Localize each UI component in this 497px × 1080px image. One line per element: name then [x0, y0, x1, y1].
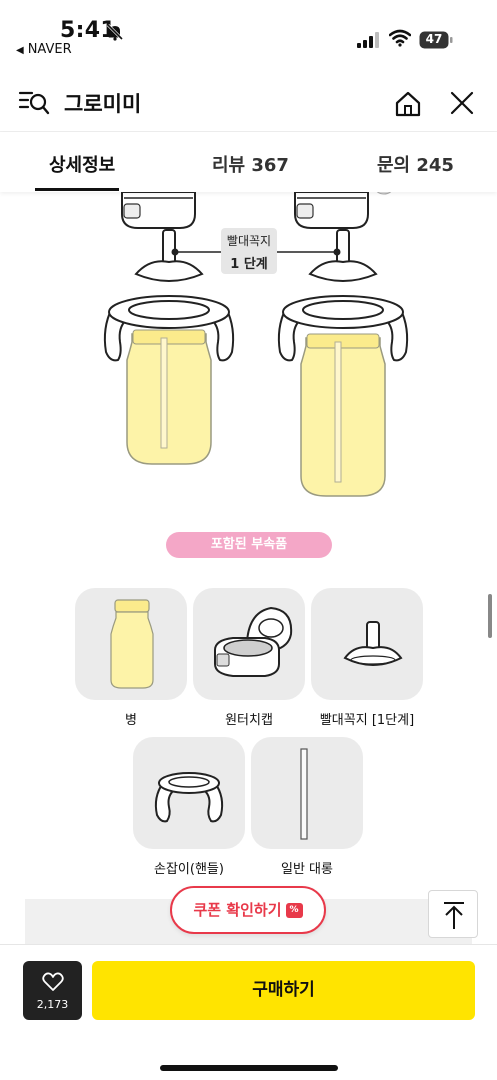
- accessory-bottle: 병: [75, 588, 187, 728]
- left-cap-illustration: [121, 192, 196, 229]
- close-icon[interactable]: [449, 90, 475, 116]
- buy-button[interactable]: 구매하기: [92, 961, 475, 1020]
- left-straw-nipple-illustration: [134, 229, 204, 282]
- straw-nipple-icon: [343, 621, 403, 666]
- included-parts-label: 포함된 부속품: [166, 532, 332, 558]
- accessory-one-touch-cap: 원터치캡: [193, 588, 305, 728]
- callout-line2: 1 단계: [230, 257, 268, 272]
- percent-badge-icon: %: [285, 903, 303, 918]
- one-touch-cap-icon: [214, 606, 293, 677]
- wifi-icon: [389, 29, 411, 47]
- like-button[interactable]: 2,173: [23, 961, 82, 1020]
- accessory-handle: 손잡이(핸들): [133, 737, 245, 877]
- product-detail-content: 빨대꼭지 1 단계 포함된 부속품 병 원터치캡 빨대꼭지 [1단계] 손잡이(…: [0, 192, 497, 944]
- accessory-label: 손잡이(핸들): [154, 862, 224, 877]
- battery-level: 47: [425, 32, 443, 46]
- back-to-app-link[interactable]: ◀ NAVER: [16, 42, 72, 57]
- handle-icon: [154, 772, 224, 823]
- arrow-up-icon: [444, 902, 464, 929]
- right-straw-nipple-illustration: [308, 229, 378, 282]
- straw-tube-icon: [300, 748, 308, 840]
- scroll-to-top-button[interactable]: [428, 890, 478, 938]
- callout-line1: 빨대꼭지: [226, 234, 272, 248]
- straw-stage-callout: 빨대꼭지 1 단계: [221, 228, 277, 274]
- home-indicator: [160, 1065, 338, 1071]
- accessory-label: 병: [125, 713, 137, 728]
- active-tab-underline: [35, 188, 119, 191]
- right-bottle-illustration: [277, 295, 409, 497]
- accessory-tile: [133, 737, 245, 849]
- accessory-label: 원터치캡: [225, 713, 273, 728]
- status-bar: 5:41 ◀ NAVER 47: [0, 0, 497, 66]
- scrollbar-indicator[interactable]: [488, 594, 492, 638]
- cellular-signal-icon: [357, 32, 379, 48]
- bottle-icon: [110, 599, 154, 689]
- accessory-label: 빨대꼭지 [1단계]: [319, 713, 415, 728]
- accessory-tile: [75, 588, 187, 700]
- battery-indicator: 47: [419, 31, 453, 49]
- accessory-straw-nipple: 빨대꼭지 [1단계]: [311, 588, 423, 728]
- tab-details[interactable]: 상세정보: [49, 151, 115, 177]
- accessory-tile: [251, 737, 363, 849]
- coupon-check-button[interactable]: 쿠폰 확인하기%: [170, 886, 326, 934]
- accessory-label: 일반 대롱: [281, 862, 333, 877]
- accessory-tile: [193, 588, 305, 700]
- right-cap-illustration: [294, 192, 392, 229]
- detail-tabs: 상세정보 리뷰 367 문의 245: [0, 132, 497, 192]
- like-count: 2,173: [36, 998, 69, 1011]
- bell-off-icon: [106, 23, 124, 41]
- menu-search-icon[interactable]: [18, 88, 50, 116]
- accessory-straw-tube: 일반 대롱: [251, 737, 363, 877]
- store-title: 그로미미: [64, 92, 142, 116]
- tab-inquiries[interactable]: 문의 245: [377, 151, 454, 177]
- back-app-label: NAVER: [27, 42, 72, 57]
- home-icon[interactable]: [394, 90, 422, 118]
- purchase-bar: 2,173 구매하기: [0, 944, 497, 1080]
- left-bottle-illustration: [103, 295, 235, 465]
- tab-reviews[interactable]: 리뷰 367: [212, 151, 289, 177]
- heart-icon: [42, 972, 64, 991]
- coupon-label: 쿠폰 확인하기: [193, 901, 282, 919]
- accessory-tile: [311, 588, 423, 700]
- store-header: 그로미미: [0, 66, 497, 132]
